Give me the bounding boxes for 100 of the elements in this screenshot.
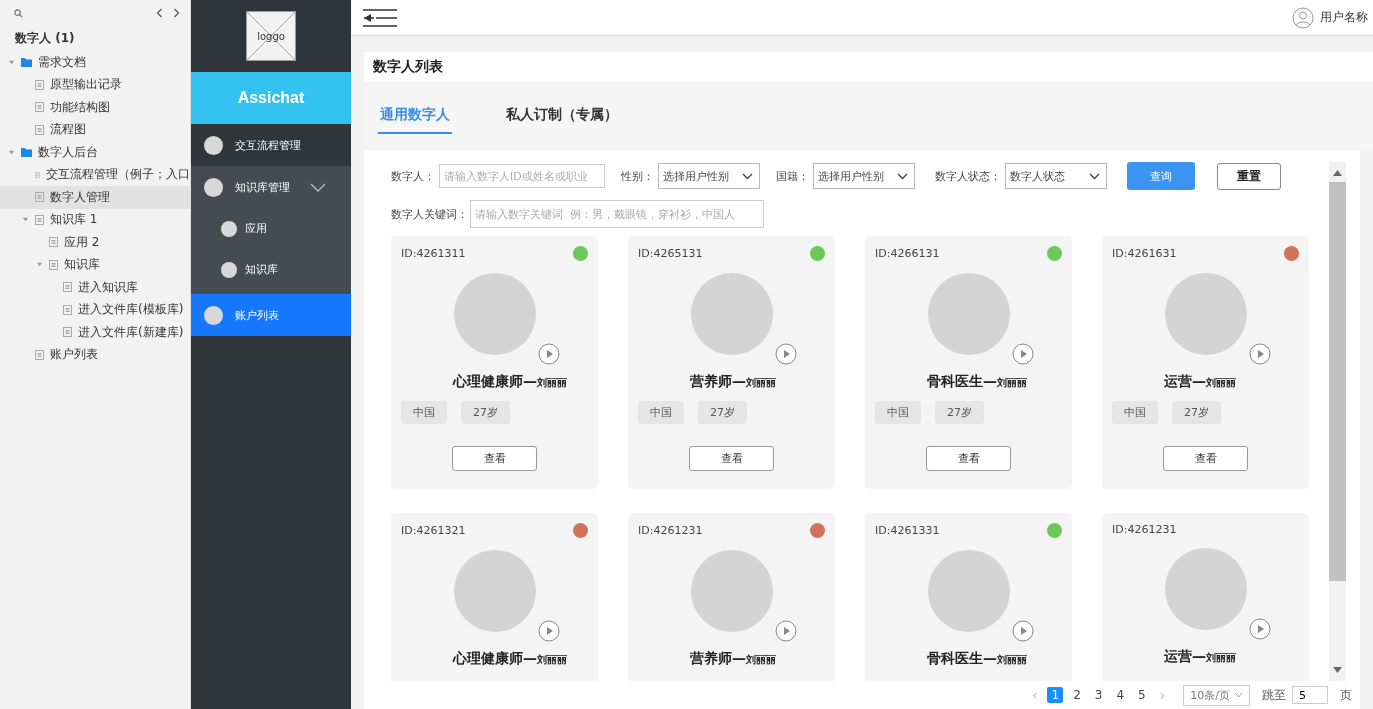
reset-button[interactable]: 重置 [1217,162,1281,190]
card-id: ID:4261231 [638,524,703,537]
profile-name: 营养师—刘丽丽 [689,372,777,391]
page-icon [63,282,72,293]
country-tag: 中国 [638,401,684,424]
tree-item[interactable]: 应用 2 [0,231,190,254]
user-avatar-icon[interactable] [1292,6,1314,29]
country-tag: 中国 [1112,401,1158,424]
filter-label: 数字人关键词： [391,206,468,222]
profile-name: 骨科医生—刘丽丽 [926,649,1028,668]
page-number[interactable]: 4 [1112,687,1129,703]
tree-item[interactable]: 进入文件库(模板库) [0,298,190,321]
profile-name: 心理健康师—刘丽丽 [451,649,568,668]
filter-label: 性别： [621,168,654,184]
play-icon[interactable] [774,620,797,642]
collapse-menu-icon[interactable] [362,7,398,28]
country-tag: 中国 [401,401,447,424]
nav-item[interactable]: 交互流程管理 [191,124,351,166]
tree-item[interactable]: 流程图 [0,118,190,141]
play-icon[interactable] [1011,620,1034,642]
caret-icon[interactable] [742,172,753,180]
tree-item[interactable]: 进入知识库 [0,276,190,299]
card-id: ID:4261231 [1112,523,1177,536]
nav-item[interactable]: 知识库管理 [191,166,351,208]
tree-item[interactable]: 数字人管理 [0,186,190,209]
page-size-select[interactable]: 10条/页 [1183,684,1250,706]
age-tag: 27岁 [461,401,510,424]
back-icon[interactable] [156,8,163,18]
select-field[interactable]: 选择用户性别 [658,163,760,189]
tree-item[interactable]: 原型输出记录 [0,73,190,96]
folder-icon [21,147,32,157]
page-icon [49,237,58,248]
page-icon [63,304,72,315]
filter-label: 数字人： [391,168,435,184]
age-tag: 27岁 [935,401,984,424]
tree-item[interactable]: 交互流程管理（例子；入口 [0,163,190,186]
input-field[interactable]: 请输入数字关键词 例：男，戴眼镜，穿衬衫，中国人 [470,200,764,228]
caret-icon[interactable] [1089,172,1100,180]
page-icon [49,259,58,270]
caret-icon[interactable] [897,172,908,180]
card-id: ID:4261631 [1112,247,1177,260]
folder-icon [21,57,32,67]
select-field[interactable]: 选择用户性别 [813,163,915,189]
page-icon [35,102,44,113]
jump-label: 跳至 [1262,686,1286,704]
page-title: 数字人列表 [364,52,1373,82]
page-number[interactable]: 5 [1134,687,1150,703]
scroll-down-icon[interactable] [1333,667,1342,673]
profile-name: 骨科医生—刘丽丽 [926,372,1028,391]
tree-item[interactable]: 功能结构图 [0,96,190,119]
page-icon [35,192,44,203]
scroll-up-icon[interactable] [1333,170,1342,176]
nav-subitem[interactable]: 应用 [191,208,351,249]
page-suffix: 页 [1340,686,1352,704]
country-tag: 中国 [875,401,921,424]
filter-label: 国籍： [776,168,809,184]
select-field[interactable]: 数字人状态 [1005,163,1107,189]
user-name[interactable]: 用户名称 [1320,9,1368,26]
age-tag: 27岁 [698,401,747,424]
page-icon [35,124,44,135]
view-button[interactable]: 查看 [1163,446,1248,471]
play-icon[interactable] [1011,343,1034,365]
view-button[interactable]: 查看 [452,446,537,471]
play-icon[interactable] [537,343,560,365]
tree-title: 数字人 (1) [14,30,76,47]
tab[interactable]: 私人订制（专属） [504,98,620,134]
profile-name: 心理健康师—刘丽丽 [451,372,568,391]
logo: loggo [246,11,296,61]
play-icon[interactable] [774,343,797,365]
jump-page-field[interactable]: 5 [1292,686,1328,704]
card-id: ID:4265131 [638,247,703,260]
brand-title: Assichat [191,72,351,124]
tree-item[interactable]: 知识库 [0,253,190,276]
tree-item[interactable]: 需求文档 [0,51,190,74]
tree-item[interactable]: 进入文件库(新建库) [0,321,190,344]
page-number[interactable]: 2 [1069,687,1085,703]
play-icon[interactable] [1248,618,1271,640]
view-button[interactable]: 查看 [926,446,1011,471]
profile-name: 营养师—刘丽丽 [689,649,777,668]
age-tag: 27岁 [1172,401,1221,424]
forward-icon[interactable] [173,8,180,18]
tree-item[interactable]: 知识库 1 [0,208,190,231]
input-field[interactable]: 请输入数字人ID或姓名或职业 [439,164,605,188]
card-id: ID:4261311 [401,247,466,260]
profile-name: 运营—刘丽丽 [1163,372,1237,391]
view-button[interactable]: 查看 [689,446,774,471]
page-number[interactable]: 3 [1090,687,1107,703]
page-icon [35,349,44,360]
nav-item[interactable]: 账户列表 [191,294,351,336]
search-icon[interactable] [14,8,23,18]
scrollbar[interactable] [1329,162,1346,681]
tree-item[interactable]: 账户列表 [0,343,190,366]
nav-subitem[interactable]: 知识库 [191,249,351,290]
play-icon[interactable] [537,620,560,642]
page-icon [63,327,72,338]
page-icon [35,169,40,180]
chevron-icon[interactable] [310,182,326,192]
play-icon[interactable] [1248,343,1271,365]
page-icon [35,79,44,90]
tree-item[interactable]: 数字人后台 [0,141,190,164]
